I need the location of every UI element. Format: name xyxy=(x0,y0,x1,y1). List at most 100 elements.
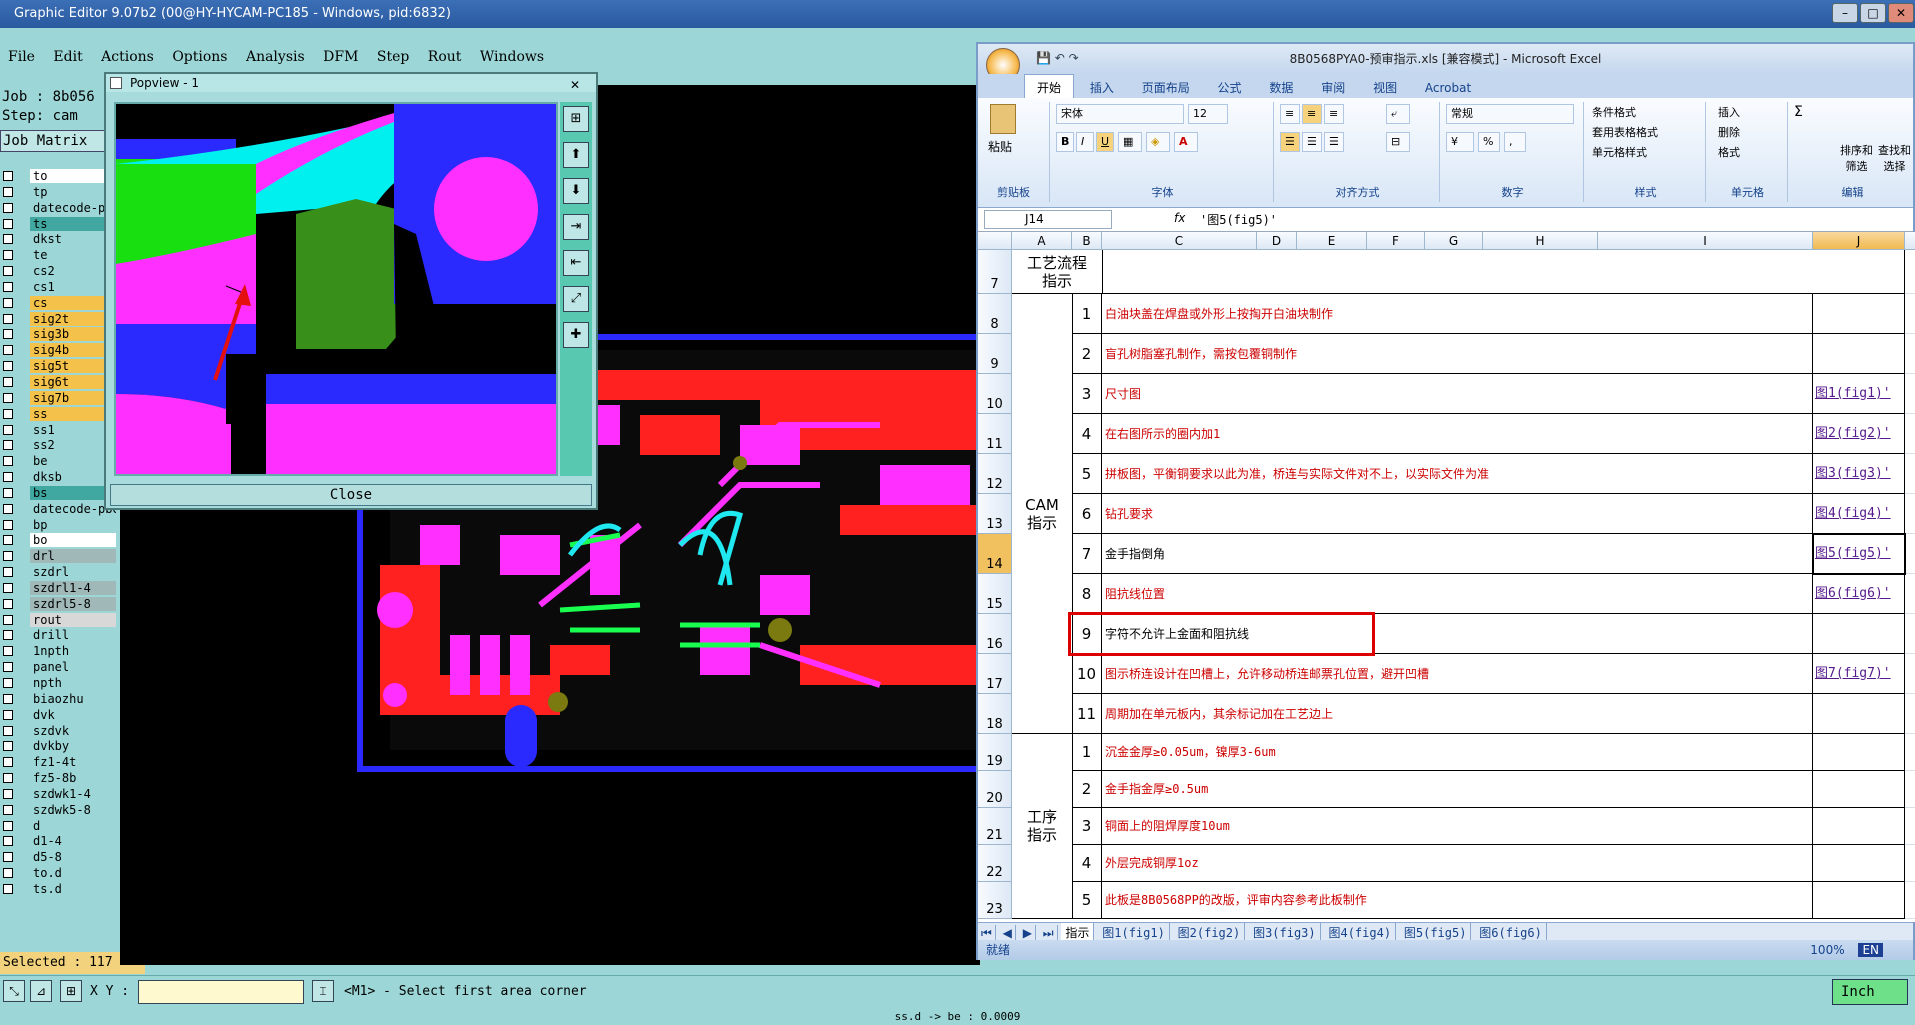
layer-row[interactable]: ts xyxy=(0,216,118,232)
layer-name[interactable]: panel xyxy=(30,660,116,675)
instruction-cell[interactable]: 盲孔树脂塞孔制作，需按包覆铜制作 xyxy=(1102,334,1813,374)
row-header[interactable]: 17 xyxy=(978,654,1012,694)
figure-link-cell[interactable] xyxy=(1813,808,1905,845)
table-cell[interactable] xyxy=(1905,414,1915,454)
layer-row[interactable]: sig3b xyxy=(0,326,118,342)
row-header[interactable]: 7 xyxy=(978,250,1012,294)
layer-checkbox[interactable] xyxy=(3,788,13,799)
layer-checkbox[interactable] xyxy=(3,376,13,387)
zoom-window-icon[interactable]: ⊞ xyxy=(563,106,589,132)
layer-row[interactable]: dvk xyxy=(0,707,118,723)
table-cell[interactable] xyxy=(1905,845,1915,882)
layer-row[interactable]: tp xyxy=(0,184,118,200)
layer-row[interactable]: ss2 xyxy=(0,437,118,453)
layer-checkbox[interactable] xyxy=(3,883,13,894)
table-cell[interactable] xyxy=(1102,250,1905,294)
layer-name[interactable]: ts.d xyxy=(30,881,116,896)
table-cell[interactable] xyxy=(1905,574,1915,614)
table-cell[interactable] xyxy=(1905,534,1915,574)
layer-row[interactable]: szdvk xyxy=(0,723,118,739)
figure-link-cell[interactable]: 图7(fig7)' xyxy=(1813,654,1905,694)
tab-insert[interactable]: 插入 xyxy=(1078,75,1126,100)
tab-acrobat[interactable]: Acrobat xyxy=(1413,77,1483,99)
instruction-cell[interactable]: 白油块盖在焊盘或外形上按掏开白油块制作 xyxy=(1102,294,1813,334)
layer-row[interactable]: sig5t xyxy=(0,358,118,374)
layer-row[interactable]: szdrl5-8 xyxy=(0,596,118,612)
item-number-cell[interactable]: 3 xyxy=(1072,808,1102,845)
number-format-select[interactable]: 常规 xyxy=(1446,104,1574,124)
row-header[interactable]: 12 xyxy=(978,454,1012,494)
layer-row[interactable]: d xyxy=(0,818,118,834)
border-icon[interactable]: ▦ xyxy=(1118,132,1142,152)
row-header[interactable]: 11 xyxy=(978,414,1012,454)
layer-checkbox[interactable] xyxy=(3,582,13,593)
comma-icon[interactable]: , xyxy=(1504,132,1526,152)
align-right-icon[interactable]: ☰ xyxy=(1324,132,1344,152)
column-header[interactable]: C xyxy=(1102,232,1257,250)
font-color-icon[interactable]: A xyxy=(1174,132,1198,152)
column-header[interactable]: H xyxy=(1483,232,1598,250)
row-header[interactable]: 23 xyxy=(978,882,1012,919)
layer-checkbox[interactable] xyxy=(3,361,13,372)
figure-link-cell[interactable] xyxy=(1813,294,1905,334)
layer-name[interactable]: szdvk xyxy=(30,723,116,738)
zoom-level[interactable]: 100% EN xyxy=(1810,940,1883,960)
column-header[interactable]: D xyxy=(1257,232,1297,250)
layer-name[interactable]: 1npth xyxy=(30,644,116,659)
layer-checkbox[interactable] xyxy=(3,678,13,688)
measure-icon[interactable]: ⊿ xyxy=(30,980,52,1002)
prev-sheet-icon[interactable]: ◀ xyxy=(1000,925,1016,941)
layer-row[interactable]: te xyxy=(0,247,118,263)
layer-row[interactable]: bo xyxy=(0,532,118,548)
sort-filter-button[interactable]: 排序和 筛选 xyxy=(1840,142,1873,174)
layer-checkbox[interactable] xyxy=(3,424,13,435)
layer-row[interactable]: datecode-pbe xyxy=(0,501,118,517)
layer-row[interactable]: be xyxy=(0,453,118,469)
column-header[interactable]: J xyxy=(1813,232,1905,250)
layer-checkbox[interactable] xyxy=(3,551,13,562)
pan-down-icon[interactable]: ⬇ xyxy=(563,178,589,204)
unit-selector[interactable]: Inch xyxy=(1832,979,1908,1005)
wrap-text-icon[interactable]: ⤶ xyxy=(1386,104,1410,124)
table-cell[interactable] xyxy=(1905,734,1915,771)
layer-checkbox[interactable] xyxy=(3,329,13,340)
layer-row[interactable]: drill xyxy=(0,627,118,643)
layer-row[interactable]: szdrl xyxy=(0,564,118,580)
menu-options[interactable]: Options xyxy=(164,42,233,65)
tab-review[interactable]: 审阅 xyxy=(1309,75,1357,100)
layer-row[interactable]: cs2 xyxy=(0,263,118,279)
layer-name[interactable]: dvk xyxy=(30,707,116,722)
layer-checkbox[interactable] xyxy=(3,614,13,625)
row-header[interactable]: 20 xyxy=(978,771,1012,808)
layer-checkbox[interactable] xyxy=(3,773,13,784)
layer-checkbox[interactable] xyxy=(3,598,13,609)
layer-checkbox[interactable] xyxy=(3,281,13,292)
item-number-cell[interactable]: 11 xyxy=(1072,694,1102,734)
item-number-cell[interactable]: 2 xyxy=(1072,334,1102,374)
underline-button[interactable]: U xyxy=(1096,132,1114,152)
tab-view[interactable]: 视图 xyxy=(1361,75,1409,100)
align-top-icon[interactable]: ≡ xyxy=(1280,104,1300,124)
layer-name[interactable]: fz1-4t xyxy=(30,755,116,770)
item-number-cell[interactable]: 6 xyxy=(1072,494,1102,534)
item-number-cell[interactable]: 4 xyxy=(1072,414,1102,454)
name-box[interactable]: J14 xyxy=(984,210,1112,229)
select-all-corner[interactable] xyxy=(978,232,1012,250)
layer-name[interactable]: d5-8 xyxy=(30,850,116,865)
layer-row[interactable]: cs1 xyxy=(0,279,118,295)
figure-link-cell[interactable] xyxy=(1813,882,1905,919)
menu-file[interactable]: File xyxy=(0,42,41,65)
merge-cells-icon[interactable]: ⊟ xyxy=(1386,132,1410,152)
layer-checkbox[interactable] xyxy=(3,757,13,768)
column-header[interactable]: F xyxy=(1367,232,1425,250)
cell-styles-button[interactable]: 单元格样式 xyxy=(1592,144,1647,160)
popview-titlebar[interactable]: Popview - 1 ✕ xyxy=(106,74,596,92)
item-number-cell[interactable]: 4 xyxy=(1072,845,1102,882)
menu-analysis[interactable]: Analysis xyxy=(238,42,311,65)
layer-name[interactable]: to.d xyxy=(30,866,116,881)
instruction-cell[interactable]: 铜面上的阻焊厚度10um xyxy=(1102,808,1813,845)
draw-icon[interactable]: ⤡ xyxy=(3,980,25,1002)
grid-icon[interactable]: ⊞ xyxy=(60,980,82,1002)
layer-checkbox[interactable] xyxy=(3,408,13,419)
tab-data[interactable]: 数据 xyxy=(1257,75,1305,100)
